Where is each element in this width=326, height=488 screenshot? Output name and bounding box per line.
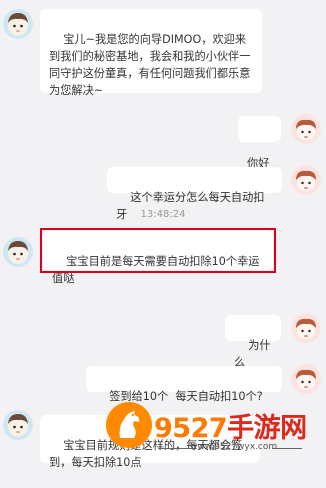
message-timestamp: 13:48:24 (140, 209, 186, 220)
watermark-title: 9527手游网 (154, 406, 307, 445)
watermark-number: 9527 (154, 413, 228, 444)
agent-avatar-icon[interactable] (3, 9, 33, 39)
watermark-url: www.9527wyx.com (190, 442, 278, 452)
user-avatar-icon[interactable] (291, 313, 321, 343)
message-bubble-user: 你好 (238, 116, 281, 170)
watermark-name: 手游网 (227, 413, 307, 444)
watermark: 9527手游网 www.9527wyx.com (104, 400, 326, 463)
message-bubble-user: 这个幸运分怎么每天自动扣牙 (107, 167, 282, 221)
chat-window: 宝儿~我是您的向导DIMOO，欢迎来到我们的秘密基地，我会和我的小伙伴一同守护这… (0, 0, 326, 469)
message-text: 为什么 (234, 339, 271, 369)
user-avatar-icon[interactable] (291, 364, 321, 394)
highlight-frame (40, 228, 276, 273)
watermark-divider (272, 448, 302, 449)
user-avatar-icon[interactable] (291, 165, 321, 195)
message-bubble-user: 为什么 (225, 315, 281, 369)
horse-logo-icon (104, 400, 154, 450)
watermark-divider (158, 448, 188, 449)
agent-avatar-icon[interactable] (3, 237, 33, 267)
message-bubble-agent: 宝儿~我是您的向导DIMOO，欢迎来到我们的秘密基地，我会和我的小伙伴一同守护这… (40, 9, 262, 97)
message-text: 宝儿~我是您的向导DIMOO，欢迎来到我们的秘密基地，我会和我的小伙伴一同守护这… (49, 33, 251, 97)
agent-avatar-icon[interactable] (3, 410, 33, 440)
message-bubble-user: 签到给10个 每天自动扣10个? (86, 366, 282, 403)
user-avatar-icon[interactable] (291, 114, 321, 144)
